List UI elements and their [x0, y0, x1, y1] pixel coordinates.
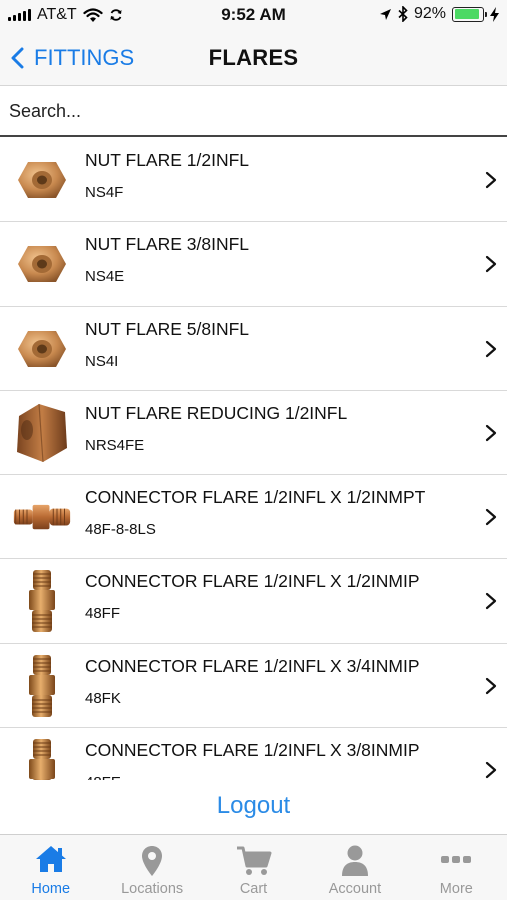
list-item[interactable]: CONNECTOR FLARE 1/2INFL X 1/2INMIP 48FF — [0, 559, 507, 644]
tab-label: More — [439, 881, 473, 897]
tab-home[interactable]: Home — [0, 835, 101, 900]
battery-icon — [452, 6, 487, 22]
back-button[interactable]: FITTINGS — [10, 40, 134, 76]
product-thumbnail — [12, 317, 72, 381]
product-code: NS4E — [85, 268, 125, 286]
product-code: 48F-8-8LS — [85, 521, 156, 539]
product-thumbnail — [12, 485, 72, 549]
battery-percent: 92% — [413, 5, 446, 22]
product-thumbnail — [12, 232, 72, 296]
list-item[interactable]: NUT FLARE 1/2INFL NS4F — [0, 138, 507, 223]
product-thumbnail — [12, 738, 72, 780]
list-item[interactable]: CONNECTOR FLARE 1/2INFL X 3/8INMIP48FE — [0, 728, 507, 780]
list-item[interactable]: CONNECTOR FLARE 1/2INFL X 1/2INMPT 48F-8-… — [0, 475, 507, 560]
tab-more[interactable]: More — [406, 835, 507, 900]
product-name: NUT FLARE REDUCING 1/2INFL — [85, 402, 348, 423]
product-name: CONNECTOR FLARE 1/2INFL X 3/4INMIP — [85, 655, 420, 676]
product-thumbnail — [12, 569, 72, 633]
tab-cart[interactable]: Cart — [203, 835, 304, 900]
bluetooth-icon — [398, 6, 408, 22]
status-bar: AT&T 9:52 AM 92% — [0, 0, 507, 30]
search-input[interactable] — [0, 87, 507, 135]
product-name: NUT FLARE 1/2INFL — [85, 150, 250, 170]
logout-area: Logout — [0, 780, 507, 834]
product-name: CONNECTOR FLARE 1/2INFL X 1/2INMIP — [85, 571, 420, 592]
product-name: NUT FLARE 3/8INFL — [85, 234, 250, 255]
product-name: CONNECTOR FLARE 1/2INFL X 3/8INMIP — [85, 740, 420, 761]
product-thumbnail — [12, 401, 72, 465]
list-item[interactable]: NUT FLARE 3/8INFL NS4E — [0, 222, 507, 307]
list-item[interactable]: NUT FLARE 5/8INFL NS4I — [0, 307, 507, 391]
nav-bar: FITTINGS FLARES — [0, 30, 507, 86]
tab-account[interactable]: Account — [304, 835, 405, 900]
tab-label: Cart — [239, 881, 268, 897]
product-code: 48FF — [85, 605, 121, 623]
product-code: NS4F — [85, 184, 124, 201]
location-arrow-icon — [379, 8, 391, 20]
product-thumbnail — [12, 148, 72, 212]
search-bar — [0, 87, 507, 137]
product-code: 48FK — [85, 689, 121, 707]
tab-label: Locations — [121, 881, 184, 897]
charging-bolt-icon — [490, 6, 499, 22]
product-code: NRS4FE — [85, 436, 145, 454]
product-thumbnail — [12, 654, 72, 718]
list-item[interactable]: NUT FLARE REDUCING 1/2INFL NRS4FE — [0, 391, 507, 476]
back-button-label: FITTINGS — [34, 45, 135, 70]
product-name: NUT FLARE 5/8INFL — [85, 318, 250, 339]
status-right: 92% — [379, 5, 499, 23]
tab-label: Account — [328, 881, 382, 897]
product-code: NS4I — [85, 352, 119, 370]
product-list: NUT FLARE 1/2INFL NS4F NUT FLARE 3/8INFL NS… — [0, 138, 507, 780]
tab-locations[interactable]: Locations — [101, 835, 202, 900]
tab-label: Home — [31, 881, 71, 897]
product-name: CONNECTOR FLARE 1/2INFL X 1/2INMPT — [85, 487, 426, 508]
tab-bar: Home Locations Cart Account More — [0, 834, 507, 900]
list-item[interactable]: CONNECTOR FLARE 1/2INFL X 3/4INMIP 48FK — [0, 644, 507, 729]
logout-button[interactable]: Logout — [0, 792, 507, 820]
back-chevron-icon — [11, 47, 24, 69]
